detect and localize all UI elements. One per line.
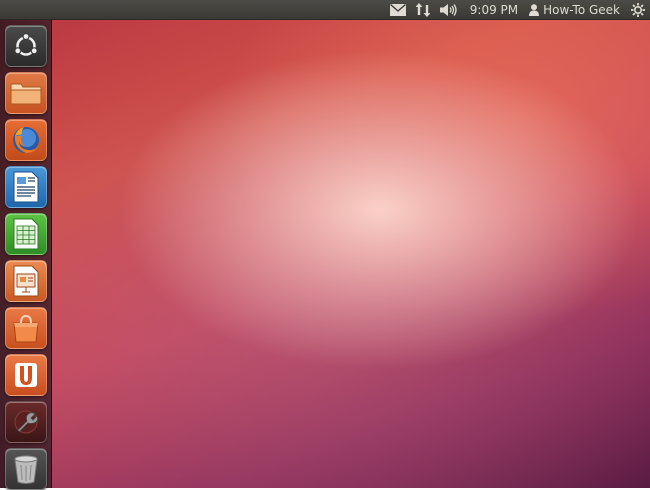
libreoffice-impress-launcher[interactable] xyxy=(5,260,47,302)
volume-icon xyxy=(439,3,457,16)
settings-wrench-icon xyxy=(14,410,38,434)
session-gear-icon xyxy=(631,2,645,17)
ubuntu-software-center-launcher[interactable] xyxy=(5,307,47,349)
network-icon xyxy=(415,2,430,17)
clock[interactable]: 9:09 PM xyxy=(463,0,525,20)
writer-document-icon xyxy=(13,171,39,203)
calc-spreadsheet-icon xyxy=(13,218,39,250)
impress-presentation-icon xyxy=(13,265,39,297)
firefox-icon xyxy=(13,127,39,153)
mail-icon xyxy=(389,3,406,16)
folder-icon xyxy=(10,83,42,105)
desktop-wallpaper xyxy=(0,0,650,488)
ubuntu-logo-icon xyxy=(14,32,38,56)
user-icon xyxy=(529,3,540,16)
session-menu[interactable] xyxy=(626,0,650,20)
ubuntu-one-icon xyxy=(15,363,37,387)
ubuntu-one-launcher[interactable] xyxy=(5,354,47,396)
shopping-bag-icon xyxy=(13,314,39,343)
system-settings-launcher[interactable] xyxy=(5,401,47,443)
user-name: How-To Geek xyxy=(543,2,620,17)
dash-home-button[interactable] xyxy=(5,25,47,67)
launcher xyxy=(0,20,52,490)
messaging-indicator[interactable] xyxy=(385,0,411,20)
network-indicator[interactable] xyxy=(411,0,435,20)
trash-launcher[interactable] xyxy=(5,448,47,490)
home-folder-launcher[interactable] xyxy=(5,72,47,114)
libreoffice-calc-launcher[interactable] xyxy=(5,213,47,255)
sound-indicator[interactable] xyxy=(435,0,463,20)
user-menu[interactable]: How-To Geek xyxy=(525,0,626,20)
libreoffice-writer-launcher[interactable] xyxy=(5,166,47,208)
trash-icon xyxy=(14,455,38,484)
firefox-launcher[interactable] xyxy=(5,119,47,161)
top-panel: 9:09 PM How-To Geek xyxy=(0,0,650,20)
